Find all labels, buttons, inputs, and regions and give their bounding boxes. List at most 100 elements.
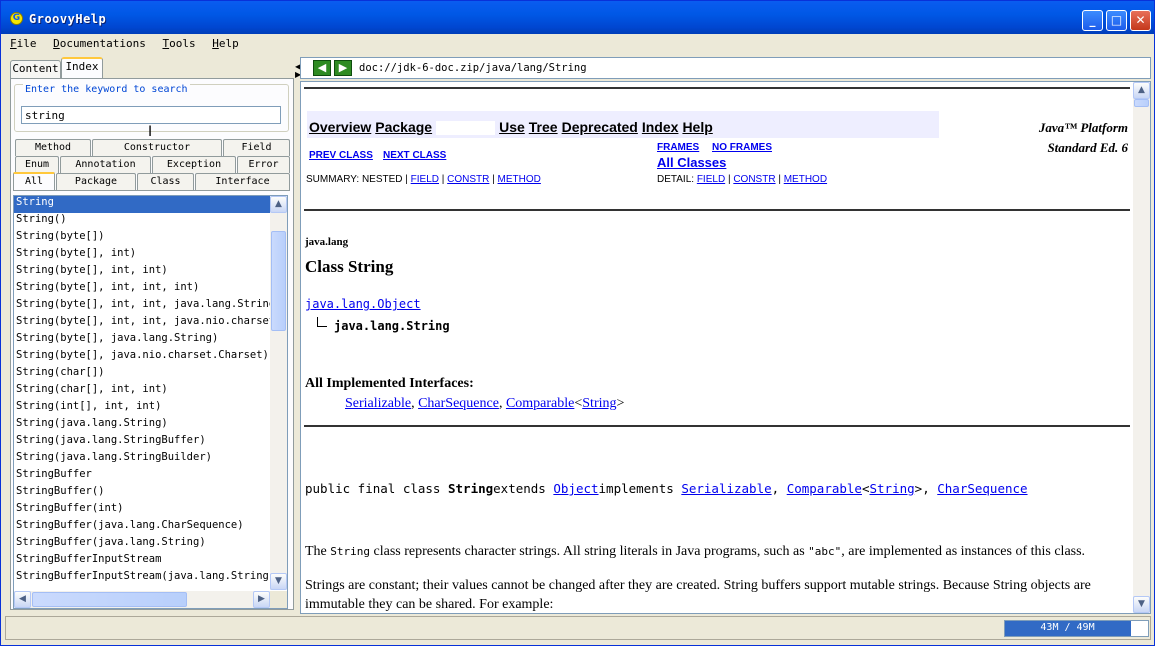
list-item[interactable]: String(byte[], java.lang.String) bbox=[14, 332, 270, 349]
memory-indicator[interactable]: 43M / 49M bbox=[1004, 620, 1149, 637]
forward-arrow-icon[interactable]: ▶ bbox=[334, 60, 352, 76]
results-hscrollbar[interactable]: ◀ ▶ bbox=[14, 591, 270, 608]
list-item[interactable]: String(int[], int, int) bbox=[14, 400, 270, 417]
list-item[interactable]: String(char[], int, int) bbox=[14, 383, 270, 400]
interface-charsequence-link[interactable]: CharSequence bbox=[418, 396, 499, 411]
no-frames-link[interactable]: NO FRAMES bbox=[712, 142, 772, 153]
minimize-button[interactable]: _ bbox=[1082, 10, 1103, 31]
list-item[interactable]: StringBufferInputStream(java.lang.String… bbox=[14, 570, 270, 587]
app-icon: G bbox=[10, 12, 23, 25]
doc-nav-deprecated[interactable]: Deprecated bbox=[562, 119, 638, 135]
p1-text-c: , are implemented as instances of this c… bbox=[841, 544, 1086, 559]
filter-tab-annotation[interactable]: Annotation bbox=[60, 156, 151, 173]
decl-string-link[interactable]: String bbox=[870, 481, 915, 496]
decl-serializable-link[interactable]: Serializable bbox=[681, 481, 771, 496]
menu-tools[interactable]: Tools bbox=[157, 35, 200, 52]
scroll-left-icon[interactable]: ◀ bbox=[14, 591, 31, 608]
filter-tab-class[interactable]: Class bbox=[137, 173, 194, 190]
decl-implements: implements bbox=[598, 481, 682, 496]
results-vscrollbar[interactable]: ▲ ▼ bbox=[270, 196, 287, 590]
list-item[interactable]: String(byte[], int) bbox=[14, 247, 270, 264]
summary-field-link[interactable]: FIELD bbox=[411, 174, 439, 185]
filter-tab-error[interactable]: Error bbox=[237, 156, 290, 173]
list-item[interactable]: String(java.lang.StringBuilder) bbox=[14, 451, 270, 468]
title-bar[interactable]: G GroovyHelp _ □ ✕ bbox=[1, 1, 1154, 34]
search-input[interactable] bbox=[21, 106, 281, 124]
tab-index[interactable]: Index bbox=[61, 57, 103, 78]
scroll-right-icon[interactable]: ▶ bbox=[253, 591, 270, 608]
interface-serializable-link[interactable]: Serializable bbox=[345, 396, 411, 411]
filter-tab-exception[interactable]: Exception bbox=[152, 156, 236, 173]
interface-string-link[interactable]: String bbox=[582, 396, 616, 411]
list-item[interactable]: StringBuffer bbox=[14, 468, 270, 485]
doc-scroll-down-icon[interactable]: ▼ bbox=[1133, 596, 1150, 613]
menu-file[interactable]: File bbox=[5, 35, 42, 52]
summary-constr-link[interactable]: CONSTR bbox=[447, 174, 489, 185]
list-item[interactable]: String bbox=[14, 196, 270, 213]
menu-documentations[interactable]: Documentations bbox=[48, 35, 151, 52]
list-item[interactable]: String(byte[], java.nio.charset.Charset) bbox=[14, 349, 270, 366]
maximize-button[interactable]: □ bbox=[1106, 10, 1127, 31]
list-item[interactable]: String(byte[], int, int, java.lang.Strin… bbox=[14, 298, 270, 315]
detail-method-link[interactable]: METHOD bbox=[784, 174, 827, 185]
back-arrow-icon[interactable]: ◀ bbox=[313, 60, 331, 76]
doc-vscrollbar[interactable]: ▲ ▼ bbox=[1133, 82, 1150, 613]
doc-nav-overview[interactable]: Overview bbox=[309, 119, 371, 135]
list-item[interactable]: StringBuffer(java.lang.String) bbox=[14, 536, 270, 553]
results-hscroll-thumb[interactable] bbox=[32, 592, 187, 607]
detail-field-link[interactable]: FIELD bbox=[697, 174, 725, 185]
list-item[interactable]: StringBuffer(int) bbox=[14, 502, 270, 519]
menu-help[interactable]: Help bbox=[207, 35, 244, 52]
doc-nav-use[interactable]: Use bbox=[499, 119, 525, 135]
doc-scroll-up-icon[interactable]: ▲ bbox=[1133, 82, 1150, 99]
results-list[interactable]: String String() String(byte[]) String(byte[… bbox=[13, 195, 288, 609]
tab-divider bbox=[13, 190, 290, 191]
list-item[interactable]: StringBuffer() bbox=[14, 485, 270, 502]
decl-name: String bbox=[448, 481, 494, 496]
list-item[interactable]: String(char[]) bbox=[14, 366, 270, 383]
filter-tab-field[interactable]: Field bbox=[223, 139, 290, 156]
doc-nav-help[interactable]: Help bbox=[682, 119, 712, 135]
prev-class-link[interactable]: PREV CLASS bbox=[309, 150, 373, 161]
next-class-link[interactable]: NEXT CLASS bbox=[383, 150, 446, 161]
list-item[interactable]: String(byte[]) bbox=[14, 230, 270, 247]
doc-vscroll-thumb[interactable] bbox=[1134, 99, 1149, 107]
filter-tab-all[interactable]: All bbox=[13, 172, 55, 191]
all-classes-link[interactable]: All Classes bbox=[657, 155, 726, 170]
address-text[interactable]: doc://jdk-6-doc.zip/java/lang/String bbox=[359, 62, 587, 74]
list-item[interactable]: StringBuffer(java.lang.CharSequence) bbox=[14, 519, 270, 536]
interface-comparable-link[interactable]: Comparable bbox=[506, 396, 574, 411]
list-item[interactable]: String(byte[], int, int) bbox=[14, 264, 270, 281]
doc-nav-index[interactable]: Index bbox=[642, 119, 679, 135]
decl-object-link[interactable]: Object bbox=[553, 481, 598, 496]
list-item[interactable]: String(java.lang.StringBuffer) bbox=[14, 434, 270, 451]
superclass-link[interactable]: java.lang.Object bbox=[305, 297, 421, 311]
frames-link[interactable]: FRAMES bbox=[657, 142, 699, 153]
filter-tab-method[interactable]: Method bbox=[15, 139, 91, 156]
list-item[interactable]: String(byte[], int, int, int) bbox=[14, 281, 270, 298]
description-paragraph-1: The String class represents character st… bbox=[305, 542, 1125, 561]
p1-code: String bbox=[330, 545, 371, 558]
scroll-down-icon[interactable]: ▼ bbox=[270, 573, 287, 590]
decl-comparable-link[interactable]: Comparable bbox=[787, 481, 862, 496]
scroll-up-icon[interactable]: ▲ bbox=[270, 196, 287, 213]
list-item[interactable]: String(java.lang.String) bbox=[14, 417, 270, 434]
p1-text-b: class represents character strings. All … bbox=[370, 544, 809, 559]
doc-nav-tree[interactable]: Tree bbox=[529, 119, 558, 135]
summary-method-link[interactable]: METHOD bbox=[498, 174, 541, 185]
list-item[interactable]: StringBufferInputStream bbox=[14, 553, 270, 570]
detail-constr-link[interactable]: CONSTR bbox=[733, 174, 775, 185]
filter-tab-interface[interactable]: Interface bbox=[195, 173, 290, 190]
filter-tab-package[interactable]: Package bbox=[56, 173, 136, 190]
tab-content[interactable]: Content bbox=[10, 60, 61, 78]
close-button[interactable]: ✕ bbox=[1130, 10, 1151, 31]
filter-tab-enum[interactable]: Enum bbox=[15, 156, 59, 173]
right-panel: ◀ ▶ doc://jdk-6-doc.zip/java/lang/String… bbox=[300, 57, 1151, 614]
decl-charsequence-link[interactable]: CharSequence bbox=[937, 481, 1027, 496]
list-item[interactable]: String(byte[], int, int, java.nio.charse… bbox=[14, 315, 270, 332]
doc-divider-header bbox=[304, 209, 1130, 211]
results-vscroll-thumb[interactable] bbox=[271, 231, 286, 331]
filter-tab-constructor[interactable]: Constructor bbox=[92, 139, 222, 156]
doc-nav-package[interactable]: Package bbox=[375, 119, 432, 135]
list-item[interactable]: String() bbox=[14, 213, 270, 230]
